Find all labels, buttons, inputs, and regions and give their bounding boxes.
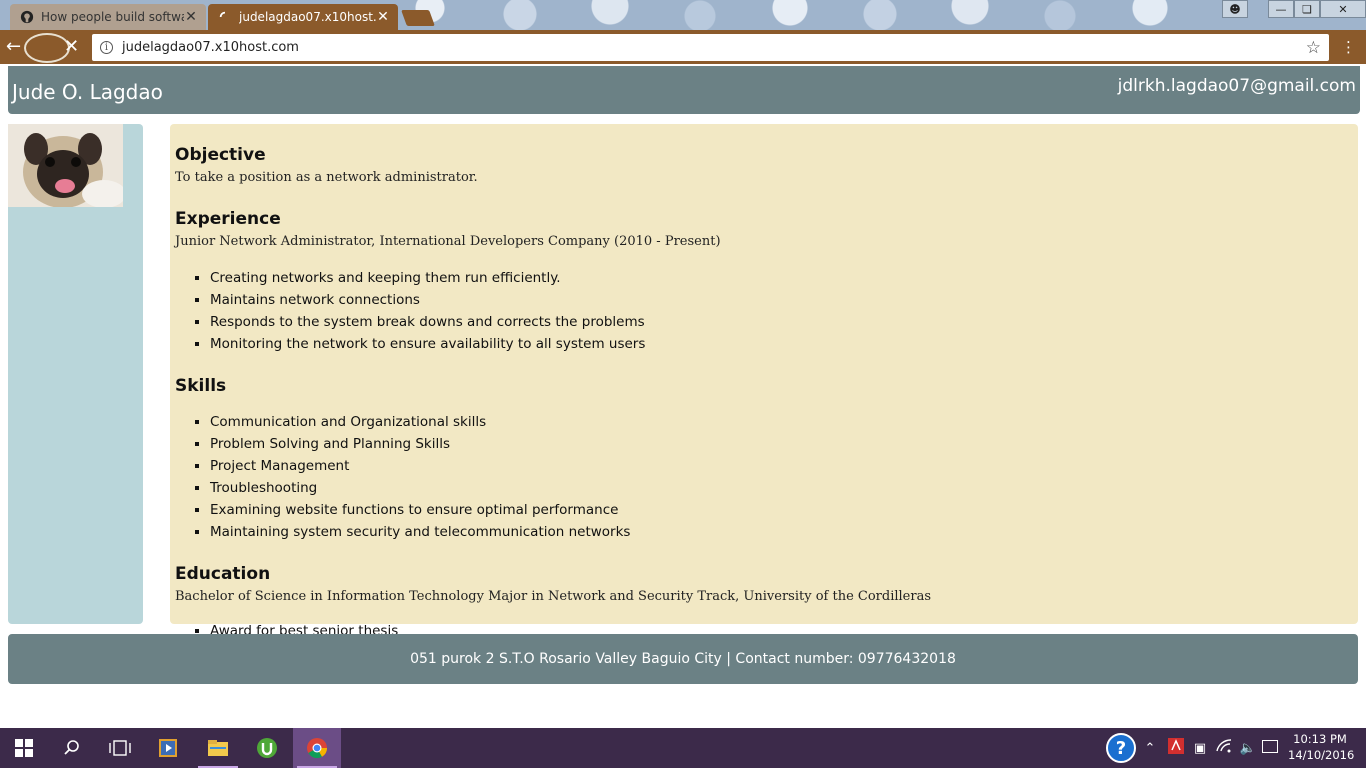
pdf-tray-icon[interactable]	[1164, 738, 1188, 758]
skills-heading: Skills	[175, 376, 227, 396]
utorrent-icon[interactable]	[243, 728, 291, 768]
minimize-icon[interactable]: —	[1268, 0, 1294, 18]
skills-list: Communication and Organizational skills …	[175, 411, 630, 543]
file-explorer-icon[interactable]	[194, 728, 242, 768]
battery-icon[interactable]: ▣	[1188, 741, 1212, 756]
loading-icon	[219, 11, 226, 18]
tab-resume[interactable]: judelagdao07.x10host.co ✕	[208, 4, 398, 30]
wifi-icon[interactable]	[1212, 739, 1236, 757]
footer-text: 051 purok 2 S.T.O Rosario Valley Baguio …	[410, 651, 956, 667]
media-player-icon[interactable]	[144, 728, 192, 768]
windows-start-icon[interactable]	[0, 728, 48, 768]
chrome-icon[interactable]	[293, 728, 341, 768]
pug-photo	[8, 124, 123, 207]
email-address: jdlrkh.lagdao07@gmail.com	[1117, 76, 1356, 96]
list-item: Creating networks and keeping them run e…	[210, 267, 645, 289]
chevron-up-icon[interactable]: ⌃	[1142, 741, 1158, 756]
volume-icon[interactable]: 🔈	[1236, 741, 1260, 756]
clock-date: 14/10/2016	[1288, 748, 1355, 762]
experience-text: Junior Network Administrator, Internatio…	[175, 234, 721, 249]
user-icon[interactable]: ☻	[1222, 0, 1248, 18]
overflow-list: Award for best senior thesis	[175, 624, 475, 634]
new-tab-button[interactable]	[401, 10, 435, 26]
list-item: Communication and Organizational skills	[210, 411, 630, 433]
tab-github[interactable]: How people build softwa ✕	[10, 4, 206, 30]
page-header: Jude O. Lagdao jdlrkh.lagdao07@gmail.com	[8, 66, 1360, 114]
window-controls: ☻ — ❏ ✕	[1222, 0, 1366, 18]
resume-content: Objective To take a position as a networ…	[170, 124, 1358, 624]
close-icon[interactable]: ✕	[1320, 0, 1366, 18]
objective-text: To take a position as a network administ…	[175, 170, 478, 185]
search-icon[interactable]	[48, 728, 96, 768]
list-item: Examining website functions to ensure op…	[210, 499, 630, 521]
avatar	[8, 124, 123, 207]
list-item: Troubleshooting	[210, 477, 630, 499]
page-title: Jude O. Lagdao	[12, 80, 163, 104]
list-item: Problem Solving and Planning Skills	[210, 433, 630, 455]
taskbar: ? ⌃ ▣ 🔈 10:13 PM 14/10/2016	[0, 728, 1366, 768]
stop-loading-icon[interactable]: ✕	[64, 37, 82, 57]
url-text[interactable]: judelagdao07.x10host.com	[122, 40, 1306, 55]
system-tray: ⌃ ▣ 🔈	[1142, 728, 1260, 768]
bookmark-star-icon[interactable]: ☆	[1306, 38, 1321, 58]
tab-label: judelagdao07.x10host.co	[239, 10, 376, 24]
page-footer: 051 purok 2 S.T.O Rosario Valley Baguio …	[8, 634, 1358, 684]
close-tab-icon[interactable]: ✕	[376, 9, 390, 25]
list-item: Responds to the system break downs and c…	[210, 311, 645, 333]
browser-title-bar: How people build softwa ✕ judelagdao07.x…	[0, 0, 1366, 30]
notifications-icon[interactable]	[1262, 740, 1278, 753]
github-icon	[20, 10, 34, 24]
clock-time: 10:13 PM	[1293, 732, 1347, 746]
browser-toolbar: ← ✕ i judelagdao07.x10host.com ☆ ⋮	[0, 30, 1366, 64]
restore-icon[interactable]: ❏	[1294, 0, 1320, 18]
experience-heading: Experience	[175, 209, 281, 229]
menu-dots-icon[interactable]: ⋮	[1341, 38, 1356, 56]
education-heading: Education	[175, 564, 271, 584]
tab-label: How people build softwa	[41, 10, 184, 24]
list-item: Project Management	[210, 455, 630, 477]
info-icon[interactable]: i	[100, 41, 113, 54]
help-icon[interactable]: ?	[1106, 733, 1136, 763]
education-text: Bachelor of Science in Information Techn…	[175, 589, 932, 604]
address-bar[interactable]: i judelagdao07.x10host.com ☆	[92, 34, 1329, 61]
list-item: Maintains network connections	[210, 289, 645, 311]
experience-list: Creating networks and keeping them run e…	[175, 267, 645, 355]
task-view-icon[interactable]	[96, 728, 144, 768]
system-clock[interactable]: 10:13 PM 14/10/2016	[1288, 731, 1355, 763]
list-item: Maintaining system security and telecomm…	[210, 521, 630, 543]
close-tab-icon[interactable]: ✕	[184, 9, 198, 25]
sidebar	[8, 124, 143, 624]
objective-heading: Objective	[175, 145, 266, 165]
list-item: Monitoring the network to ensure availab…	[210, 333, 645, 355]
list-item: Award for best senior thesis	[210, 624, 475, 634]
